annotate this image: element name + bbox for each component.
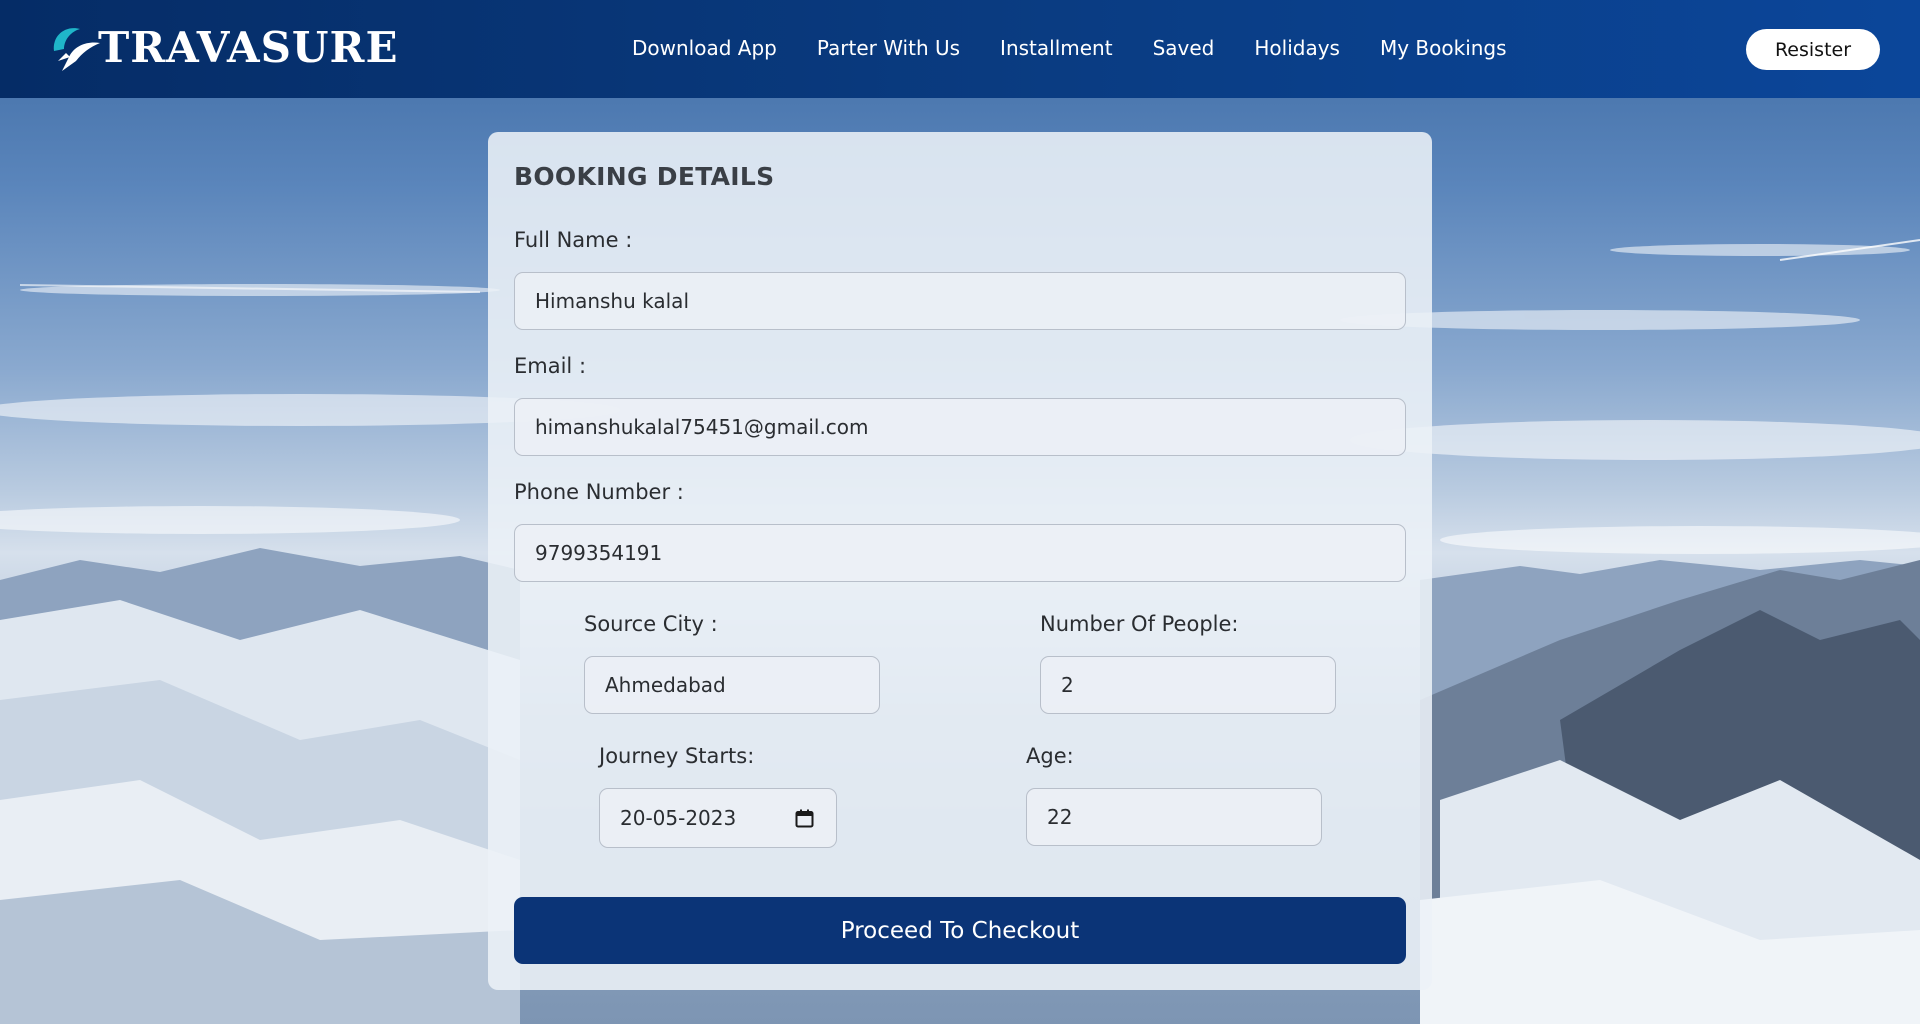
email-label: Email : [514, 354, 587, 378]
top-navbar: TRAVASURE Download App Parter With Us In… [0, 0, 1920, 98]
nav-installment[interactable]: Installment [1000, 36, 1113, 60]
source-city-input[interactable] [584, 656, 880, 714]
nav-download-app[interactable]: Download App [632, 36, 777, 60]
register-button[interactable]: Resister [1746, 29, 1880, 70]
booking-form-card: BOOKING DETAILS Full Name : Email : Phon… [488, 132, 1432, 990]
form-title: BOOKING DETAILS [514, 162, 775, 191]
nav-partner-with-us[interactable]: Parter With Us [817, 36, 960, 60]
bird-logo-icon [53, 28, 100, 71]
age-input[interactable] [1026, 788, 1322, 846]
calendar-icon[interactable] [795, 809, 814, 828]
full-name-input[interactable] [514, 272, 1406, 330]
age-label: Age: [1026, 744, 1074, 768]
source-city-label: Source City : [584, 612, 718, 636]
full-name-label: Full Name : [514, 228, 633, 252]
main-nav: Download App Parter With Us Installment … [632, 36, 1507, 60]
nav-holidays[interactable]: Holidays [1254, 36, 1340, 60]
brand-logo[interactable]: TRAVASURE [48, 22, 398, 74]
number-of-people-label: Number Of People: [1040, 612, 1239, 636]
nav-saved[interactable]: Saved [1153, 36, 1215, 60]
number-of-people-input[interactable] [1040, 656, 1336, 714]
journey-starts-label: Journey Starts: [599, 744, 755, 768]
journey-start-date-input[interactable]: 20-05-2023 [599, 788, 837, 848]
phone-label: Phone Number : [514, 480, 684, 504]
brand-name: TRAVASURE [98, 23, 399, 72]
proceed-to-checkout-button[interactable]: Proceed To Checkout [514, 897, 1406, 964]
email-input[interactable] [514, 398, 1406, 456]
nav-my-bookings[interactable]: My Bookings [1380, 36, 1507, 60]
journey-start-date-value: 20-05-2023 [620, 806, 737, 830]
phone-input[interactable] [514, 524, 1406, 582]
